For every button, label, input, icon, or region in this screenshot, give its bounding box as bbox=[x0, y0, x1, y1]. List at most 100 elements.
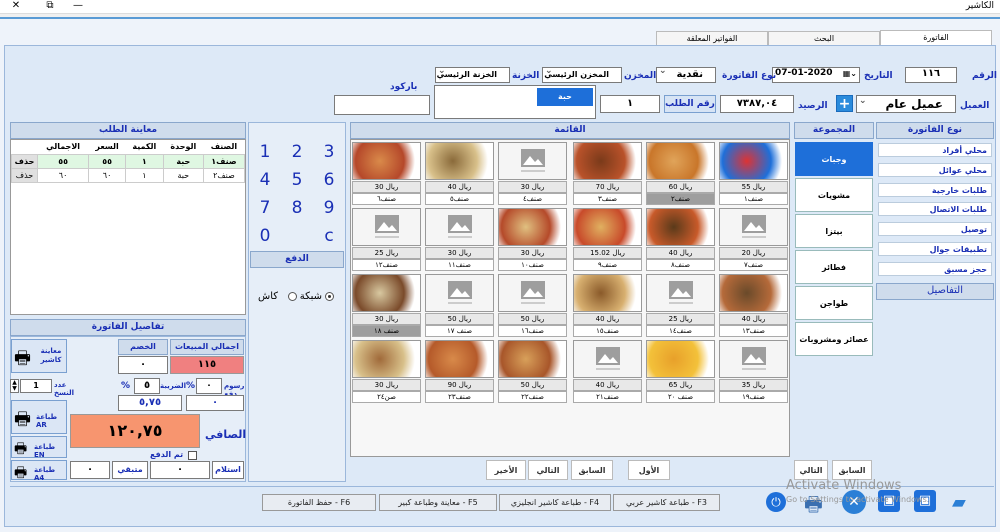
menu-item[interactable]: ريال 30 صن٢٤ bbox=[351, 339, 422, 404]
barcode-input[interactable] bbox=[334, 95, 430, 115]
tab-search[interactable]: البحث bbox=[768, 31, 880, 45]
print-ar-button[interactable]: 🖶 طباعة AR bbox=[11, 400, 67, 434]
menu-item[interactable]: ريال 30 صنف١١ bbox=[424, 207, 495, 272]
menu-item[interactable]: ريال 40 صنف٢١ bbox=[572, 339, 643, 404]
pay-button[interactable]: الدفع bbox=[250, 251, 344, 268]
key-0[interactable]: 0 bbox=[250, 222, 280, 250]
menu-item[interactable]: ريال 40 صنف٨ bbox=[645, 207, 716, 272]
table-row[interactable]: حذف ٦٠ ٦٠ ١ حبة صنف٢ bbox=[11, 167, 246, 183]
save-invoice-button[interactable]: حفظ الفاتورة - F6 bbox=[262, 494, 376, 511]
menu-item-name: صنف٢٣ bbox=[425, 391, 494, 403]
menu-first-button[interactable]: الأول bbox=[628, 460, 670, 480]
group-item[interactable]: بيتزا bbox=[795, 214, 873, 248]
groups-prev-button[interactable]: السابق bbox=[832, 460, 872, 480]
menu-item[interactable]: ريال 15.02 صنف٩ bbox=[572, 207, 643, 272]
copies-field[interactable]: 1 bbox=[20, 379, 52, 393]
menu-item[interactable]: ريال 70 صنف٣ bbox=[572, 141, 643, 206]
activation-watermark: Activate Windows bbox=[786, 478, 902, 493]
groups-next-button[interactable]: التالي bbox=[794, 460, 828, 480]
menu-next-button[interactable]: التالي bbox=[528, 460, 568, 480]
menu-item[interactable]: ريال 40 صنف١٥ bbox=[572, 273, 643, 338]
delete-row-button[interactable]: حذف bbox=[11, 153, 38, 169]
paid-checkbox[interactable] bbox=[188, 451, 197, 460]
key-8[interactable]: 8 bbox=[282, 194, 312, 222]
discount-field[interactable]: ٠ bbox=[118, 356, 168, 374]
order-number-field[interactable]: ١ bbox=[600, 95, 660, 113]
print-en-button[interactable]: 🖶 طباعة EN bbox=[11, 436, 67, 459]
calendar-icon[interactable]: ▦⌄ bbox=[843, 69, 857, 78]
menu-item[interactable]: ريال 20 صنف٧ bbox=[718, 207, 789, 272]
unit-option[interactable]: حبة bbox=[537, 88, 593, 106]
invoice-type-item[interactable]: محلي أفراد bbox=[878, 143, 992, 157]
group-item[interactable]: عصائر ومشروبات bbox=[795, 322, 873, 356]
add-customer-icon[interactable]: + bbox=[836, 95, 853, 112]
menu-item[interactable]: ريال 50 صنف ١٧ bbox=[424, 273, 495, 338]
menu-item[interactable]: ريال 50 صنف٢٢ bbox=[497, 339, 568, 404]
key-1[interactable]: 1 bbox=[250, 138, 280, 166]
minimize-icon[interactable]: — bbox=[68, 0, 88, 11]
key-5[interactable]: 5 bbox=[282, 166, 312, 194]
key-9[interactable]: 9 bbox=[314, 194, 344, 222]
store-select[interactable]: المخزن الرئيسي bbox=[542, 65, 622, 83]
key-7[interactable]: 7 bbox=[250, 194, 280, 222]
key-4[interactable]: 4 bbox=[250, 166, 280, 194]
menu-item[interactable]: ريال 25 صنف١٢ bbox=[351, 207, 422, 272]
key-6[interactable]: 6 bbox=[314, 166, 344, 194]
preview-cashier-button[interactable]: 🖶 معاينة كاشير bbox=[11, 339, 67, 373]
menu-item[interactable]: ريال 65 صنف ٢٠ bbox=[645, 339, 716, 404]
menu-item[interactable]: ريال 55 صنف١ bbox=[718, 141, 789, 206]
restore-icon[interactable]: ⧉ bbox=[40, 0, 60, 11]
invoice-type-item[interactable]: توصيل bbox=[878, 222, 992, 236]
tax-percent-field[interactable]: ٥ bbox=[134, 378, 160, 394]
invoice-type-item[interactable]: محلي عوائل bbox=[878, 163, 992, 177]
menu-item[interactable]: ريال 40 صنف١٣ bbox=[718, 273, 789, 338]
menu-item[interactable]: ريال 30 صنف٤ bbox=[497, 141, 568, 206]
print-cashier-en-button[interactable]: طباعة كاشير انجليزي - F4 bbox=[499, 494, 611, 511]
group-item[interactable]: فطائر bbox=[795, 250, 873, 284]
date-picker[interactable]: 07-01-2020 ▦⌄ bbox=[772, 67, 860, 83]
treasury-select[interactable]: الخزنة الرئيسي bbox=[435, 65, 510, 83]
invoice-type-item[interactable]: حجز مسبق bbox=[878, 262, 992, 276]
key-3[interactable]: 3 bbox=[314, 138, 344, 166]
menu-item[interactable]: ريال 30 صنف ١٨ bbox=[351, 273, 422, 338]
key-2[interactable]: 2 bbox=[282, 138, 312, 166]
invoice-type-item[interactable]: تطبيقات جوال bbox=[878, 242, 992, 256]
invoice-type-item[interactable]: طلبات الاتصال bbox=[878, 202, 992, 216]
net-label: الصافي bbox=[205, 428, 247, 441]
menu-item[interactable]: ريال 30 صنف٦ bbox=[351, 141, 422, 206]
service-fee-field[interactable]: ٠ bbox=[196, 378, 222, 394]
group-item[interactable]: مشويات bbox=[795, 178, 873, 212]
invoice-number-field[interactable]: ١١٦ bbox=[905, 67, 957, 83]
group-item[interactable]: طواجن bbox=[795, 286, 873, 320]
open-folder-icon[interactable]: ▰ bbox=[952, 492, 966, 513]
menu-item[interactable]: ريال 50 صنف١٦ bbox=[497, 273, 568, 338]
details-button[interactable]: التفاصيل bbox=[876, 283, 994, 300]
table-row[interactable]: حذف ٥٥ ٥٥ ١ حبة صنف١ bbox=[11, 153, 246, 169]
copies-stepper[interactable]: ▲ ▼ bbox=[10, 379, 19, 393]
power-icon[interactable]: ⏻ bbox=[766, 492, 786, 512]
order-number-button[interactable]: رقم الطلب bbox=[664, 95, 716, 113]
invoice-type-item[interactable]: طلبات خارجية bbox=[878, 183, 992, 197]
close-icon[interactable]: ✕ bbox=[6, 0, 26, 11]
menu-last-button[interactable]: الأخير bbox=[486, 460, 526, 480]
menu-item[interactable]: ريال 30 صنف١٠ bbox=[497, 207, 568, 272]
menu-prev-button[interactable]: السابق bbox=[571, 460, 613, 480]
menu-item[interactable]: ريال 60 صنف٢ bbox=[645, 141, 716, 206]
menu-item[interactable]: ريال 40 صنف٥ bbox=[424, 141, 495, 206]
invoice-type-select[interactable]: نقدية bbox=[656, 65, 716, 83]
print-a4-button[interactable]: 🖶 طباعة A4 bbox=[11, 460, 67, 482]
delete-row-button[interactable]: حذف bbox=[11, 167, 38, 183]
network-radio[interactable]: شبكة bbox=[284, 291, 322, 302]
tab-held-invoices[interactable]: الفواتير المعلقة bbox=[656, 31, 768, 45]
received-field[interactable]: ٠ bbox=[150, 461, 210, 479]
print-cashier-ar-button[interactable]: طباعة كاشير عربي - F3 bbox=[613, 494, 720, 511]
key-clear[interactable]: c bbox=[314, 222, 344, 250]
tab-invoice[interactable]: الفاتورة bbox=[880, 30, 992, 46]
preview-print-large-button[interactable]: معاينة وطباعة كبير - F5 bbox=[379, 494, 497, 511]
menu-item[interactable]: ريال 35 صنف١٩ bbox=[718, 339, 789, 404]
menu-item-name: صنف٥ bbox=[425, 193, 494, 205]
menu-item[interactable]: ريال 90 صنف٢٣ bbox=[424, 339, 495, 404]
menu-item[interactable]: ريال 25 صنف١٤ bbox=[645, 273, 716, 338]
customer-select[interactable]: عميل عام bbox=[856, 93, 956, 113]
group-item[interactable]: وجبات bbox=[795, 142, 873, 176]
